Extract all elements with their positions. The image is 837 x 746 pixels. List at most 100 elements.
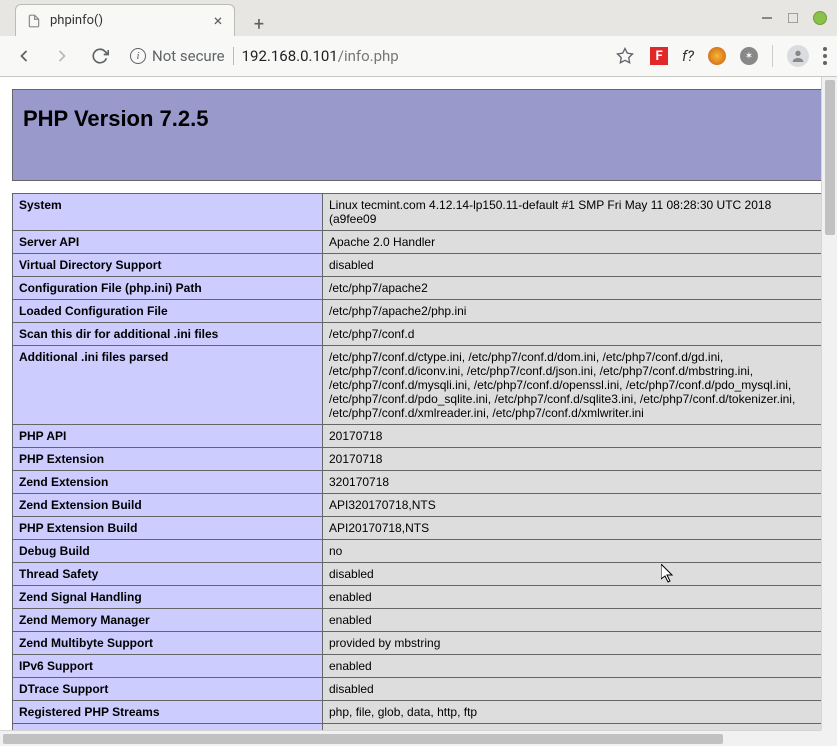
url-path: /info.php <box>338 47 399 65</box>
extension-gray-icon[interactable]: ✶ <box>740 47 758 65</box>
row-value: disabled <box>323 563 825 586</box>
row-value: API20170718,NTS <box>323 517 825 540</box>
page-title: PHP Version 7.2.5 <box>23 106 814 132</box>
row-value: provided by mbstring <box>323 632 825 655</box>
row-label: Zend Signal Handling <box>13 586 323 609</box>
profile-avatar[interactable] <box>787 45 809 67</box>
row-value: enabled <box>323 586 825 609</box>
scrollbar-vertical[interactable] <box>821 77 837 730</box>
close-tab-icon[interactable]: × <box>210 13 226 29</box>
url-host: 192.168.0.101 <box>242 47 338 65</box>
toolbar: i Not secure 192.168.0.101/info.php F f?… <box>0 36 837 76</box>
row-label: Virtual Directory Support <box>13 254 323 277</box>
row-label: Registered PHP Streams <box>13 701 323 724</box>
row-value: php, file, glob, data, http, ftp <box>323 701 825 724</box>
back-button[interactable] <box>10 42 38 70</box>
address-bar[interactable]: i Not secure 192.168.0.101/info.php <box>124 44 640 68</box>
reload-button[interactable] <box>86 42 114 70</box>
table-row: Zend Multibyte Supportprovided by mbstri… <box>13 632 825 655</box>
row-value: Linux tecmint.com 4.12.14-lp150.11-defau… <box>323 194 825 231</box>
table-row: Zend Memory Managerenabled <box>13 609 825 632</box>
toolbar-actions: F f? ✶ <box>650 45 827 67</box>
titlebar: phpinfo() × + <box>0 0 837 36</box>
row-label: PHP Extension <box>13 448 323 471</box>
separator <box>772 45 773 67</box>
row-label: Scan this dir for additional .ini files <box>13 323 323 346</box>
window-controls <box>761 11 827 25</box>
table-row: PHP Extension20170718 <box>13 448 825 471</box>
page-icon <box>26 13 42 29</box>
extension-round-icon[interactable] <box>708 47 726 65</box>
row-label: IPv6 Support <box>13 655 323 678</box>
url-text: 192.168.0.101/info.php <box>242 47 608 65</box>
tab-title: phpinfo() <box>50 13 202 28</box>
row-value: 320170718 <box>323 471 825 494</box>
row-label: Zend Extension <box>13 471 323 494</box>
php-header: PHP Version 7.2.5 <box>12 89 825 181</box>
row-label: Configuration File (php.ini) Path <box>13 277 323 300</box>
browser-tab[interactable]: phpinfo() × <box>15 4 235 36</box>
row-label: System <box>13 194 323 231</box>
table-row: Scan this dir for additional .ini files/… <box>13 323 825 346</box>
row-label: Additional .ini files parsed <box>13 346 323 425</box>
browser-chrome: phpinfo() × + i Not secur <box>0 0 837 77</box>
table-row: Virtual Directory Supportdisabled <box>13 254 825 277</box>
row-value: /etc/php7/conf.d/ctype.ini, /etc/php7/co… <box>323 346 825 425</box>
extension-flipboard-icon[interactable]: F <box>650 47 668 65</box>
bookmark-star-icon[interactable] <box>616 47 634 65</box>
row-label: Thread Safety <box>13 563 323 586</box>
table-row: Zend Signal Handlingenabled <box>13 586 825 609</box>
tabs-strip: phpinfo() × + <box>0 0 273 36</box>
row-value: no <box>323 540 825 563</box>
table-row: DTrace Supportdisabled <box>13 678 825 701</box>
table-row: Zend Extension320170718 <box>13 471 825 494</box>
row-label: PHP API <box>13 425 323 448</box>
row-label: DTrace Support <box>13 678 323 701</box>
maximize-button[interactable] <box>787 12 799 24</box>
table-row: Configuration File (php.ini) Path/etc/ph… <box>13 277 825 300</box>
scrollbar-h-thumb[interactable] <box>3 734 723 744</box>
php-info-table: SystemLinux tecmint.com 4.12.14-lp150.11… <box>12 193 825 730</box>
row-value: /etc/php7/apache2/php.ini <box>323 300 825 323</box>
minimize-button[interactable] <box>761 12 773 24</box>
row-value: 20170718 <box>323 448 825 471</box>
table-row: PHP API20170718 <box>13 425 825 448</box>
row-label: Debug Build <box>13 540 323 563</box>
table-row: Zend Extension BuildAPI320170718,NTS <box>13 494 825 517</box>
divider <box>233 47 234 65</box>
row-value: enabled <box>323 609 825 632</box>
table-row: Thread Safetydisabled <box>13 563 825 586</box>
row-value: /etc/php7/apache2 <box>323 277 825 300</box>
new-tab-button[interactable]: + <box>245 12 273 36</box>
table-row: Loaded Configuration File/etc/php7/apach… <box>13 300 825 323</box>
row-value: /etc/php7/conf.d <box>323 323 825 346</box>
row-label: Server API <box>13 231 323 254</box>
table-row: IPv6 Supportenabled <box>13 655 825 678</box>
row-value: Apache 2.0 Handler <box>323 231 825 254</box>
close-window-button[interactable] <box>813 11 827 25</box>
extension-f-icon[interactable]: f? <box>682 47 694 65</box>
row-label: Zend Multibyte Support <box>13 632 323 655</box>
security-label: Not secure <box>152 47 225 65</box>
row-value: 20170718 <box>323 425 825 448</box>
forward-button[interactable] <box>48 42 76 70</box>
row-label: Loaded Configuration File <box>13 300 323 323</box>
table-row: Additional .ini files parsed/etc/php7/co… <box>13 346 825 425</box>
site-security[interactable]: i Not secure <box>130 47 225 65</box>
menu-button[interactable] <box>823 47 827 65</box>
row-label: Zend Memory Manager <box>13 609 323 632</box>
row-value: API320170718,NTS <box>323 494 825 517</box>
row-value: disabled <box>323 254 825 277</box>
table-row: PHP Extension BuildAPI20170718,NTS <box>13 517 825 540</box>
page-viewport: PHP Version 7.2.5 SystemLinux tecmint.co… <box>0 77 837 746</box>
table-row: Registered PHP Streamsphp, file, glob, d… <box>13 701 825 724</box>
table-row: Server APIApache 2.0 Handler <box>13 231 825 254</box>
row-value: enabled <box>323 655 825 678</box>
table-row: Debug Buildno <box>13 540 825 563</box>
row-label: PHP Extension Build <box>13 517 323 540</box>
table-row: SystemLinux tecmint.com 4.12.14-lp150.11… <box>13 194 825 231</box>
row-label: Zend Extension Build <box>13 494 323 517</box>
scrollbar-v-thumb[interactable] <box>825 80 835 235</box>
row-value: disabled <box>323 678 825 701</box>
page-content: PHP Version 7.2.5 SystemLinux tecmint.co… <box>0 77 837 730</box>
